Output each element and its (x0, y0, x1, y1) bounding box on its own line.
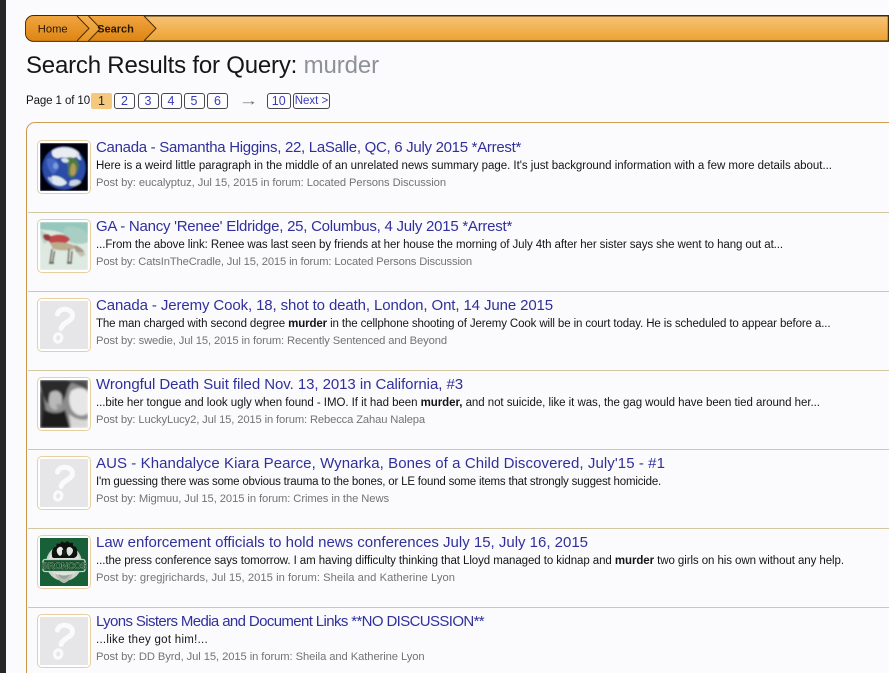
svg-text:BRONCOS: BRONCOS (41, 561, 86, 572)
svg-text:Home: Home (38, 24, 68, 36)
svg-text:Search: Search (97, 24, 134, 36)
